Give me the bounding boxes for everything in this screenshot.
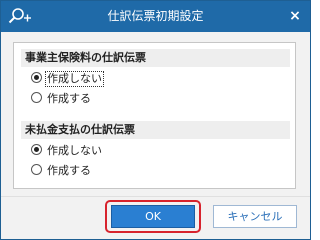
close-icon[interactable]: × <box>280 1 310 32</box>
radio-label: 作成しない <box>45 71 104 87</box>
radio-accounts-payable-no[interactable]: 作成しない <box>31 143 103 159</box>
radio-label: 作成する <box>47 164 91 177</box>
title-bar: 仕訳伝票初期設定 × <box>1 1 310 32</box>
settings-panel: 事業主保険料の仕訳伝票 作成しない 作成する 未払金支払の仕訳伝票 作成しない … <box>13 42 296 189</box>
footer-divider <box>1 196 310 197</box>
section-title-employer-insurance: 事業主保険料の仕訳伝票 <box>21 49 290 67</box>
cancel-button[interactable]: キャンセル <box>213 205 297 228</box>
radio-button-icon[interactable] <box>31 72 42 83</box>
dialog-window: 仕訳伝票初期設定 × 事業主保険料の仕訳伝票 作成しない 作成する 未払金支払の… <box>0 0 311 240</box>
radio-label: 作成する <box>47 92 91 105</box>
radio-button-icon[interactable] <box>31 164 42 175</box>
radio-employer-insurance-no[interactable]: 作成しない <box>31 71 104 87</box>
radio-employer-insurance-yes[interactable]: 作成する <box>31 91 92 107</box>
radio-accounts-payable-yes[interactable]: 作成する <box>31 163 92 179</box>
section-title-accounts-payable: 未払金支払の仕訳伝票 <box>21 121 290 139</box>
ok-button[interactable]: OK <box>111 205 195 228</box>
radio-button-icon[interactable] <box>31 144 42 155</box>
radio-label: 作成しない <box>47 144 102 157</box>
dialog-title: 仕訳伝票初期設定 <box>107 9 204 23</box>
radio-button-icon[interactable] <box>31 92 42 103</box>
